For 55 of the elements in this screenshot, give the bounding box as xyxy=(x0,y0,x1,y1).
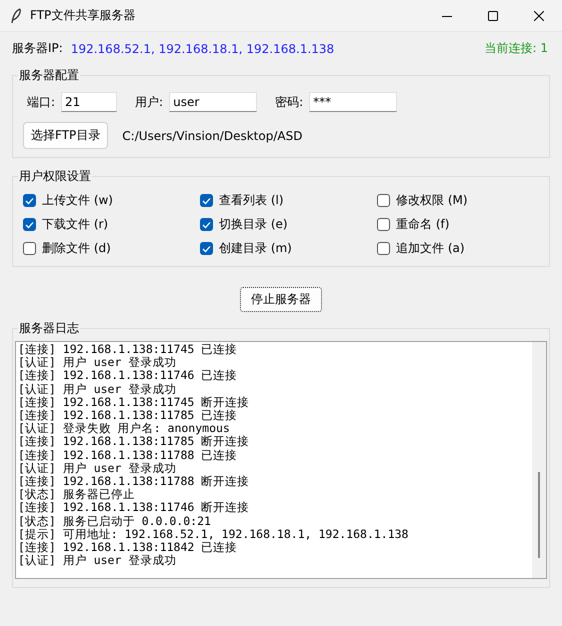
log-line: [连接] 192.168.1.138:11788 已连接 xyxy=(18,448,238,462)
checkbox[interactable] xyxy=(377,194,390,207)
log-line: [认证] 用户 user 登录成功 xyxy=(18,382,178,396)
log-line: [连接] 192.168.1.138:11788 断开连接 xyxy=(18,475,250,488)
group-title: 服务器配置 xyxy=(19,68,79,82)
log-line: [连接] 192.168.1.138:11745 断开连接 xyxy=(18,396,250,410)
field-label: 用户: xyxy=(135,94,164,110)
log-line: [提示] 可用地址: 192.168.52.1, 192.168.18.1, 192.168.1.138 xyxy=(18,528,410,542)
group-title: 服务器日志 xyxy=(19,321,79,335)
window-title: FTP文件共享服务器 xyxy=(30,7,136,24)
checkbox[interactable] xyxy=(377,242,390,255)
checkbox[interactable] xyxy=(200,218,213,231)
field-label: 端口: xyxy=(27,94,56,110)
scrollbar[interactable] xyxy=(532,342,546,578)
log-line: [认证] 用户 user 登录成功 xyxy=(18,554,178,568)
field-label: 密码: xyxy=(275,94,304,110)
log-line: [状态] 服务已启动于 0.0.0.0:21 xyxy=(18,514,212,528)
close-icon xyxy=(534,10,544,20)
checkbox-label: 修改权限 (M) xyxy=(396,192,468,209)
ip-label: 服务器IP: xyxy=(12,40,63,57)
checkbox[interactable] xyxy=(23,194,36,207)
log-line: [连接] 192.168.1.138:11746 断开连接 xyxy=(18,501,250,515)
stop-server-button[interactable]: 停止服务器 xyxy=(240,287,322,312)
checkbox-label: 上传文件 (w) xyxy=(42,192,113,209)
checkbox-label: 重命名 (f) xyxy=(396,216,450,233)
directory-path: C:/Users/Vinsion/Desktop/ASD xyxy=(122,128,302,142)
log-line: [认证] 登录失败 用户名: anonymous xyxy=(18,422,231,436)
select-directory-button[interactable]: 选择FTP目录 xyxy=(23,122,108,149)
checkbox-label: 查看列表 (l) xyxy=(219,192,284,209)
log-line: [连接] 192.168.1.138:11785 已连接 xyxy=(18,409,238,422)
input-field[interactable]: 21 xyxy=(61,92,118,112)
log-line: [连接] 192.168.1.138:11746 已连接 xyxy=(18,369,238,383)
checkbox-label: 删除文件 (d) xyxy=(42,240,111,257)
checkbox-label: 切换目录 (e) xyxy=(219,216,288,233)
group-title: 用户权限设置 xyxy=(19,169,91,183)
connection-count: 当前连接: 1 xyxy=(484,40,548,57)
input-field[interactable]: user xyxy=(169,92,258,112)
input-field[interactable]: *** xyxy=(309,92,398,112)
feather-icon xyxy=(10,8,22,24)
checkbox[interactable] xyxy=(23,218,36,231)
maximize-icon xyxy=(488,10,498,20)
checkbox-label: 追加文件 (a) xyxy=(396,240,465,257)
ip-addresses: 192.168.52.1, 192.168.18.1, 192.168.1.138 xyxy=(70,42,336,56)
checkbox-label: 下载文件 (r) xyxy=(42,216,108,233)
log-line: [认证] 用户 user 登录成功 xyxy=(18,462,178,476)
checkbox[interactable] xyxy=(23,242,36,255)
checkbox[interactable] xyxy=(200,194,213,207)
log-line: [连接] 192.168.1.138:11785 断开连接 xyxy=(18,435,250,449)
checkbox-label: 创建目录 (m) xyxy=(219,240,292,257)
checkbox[interactable] xyxy=(200,242,213,255)
log-line: [认证] 用户 user 登录成功 xyxy=(18,356,178,370)
log-line: [连接] 192.168.1.138:11745 已连接 xyxy=(18,343,238,356)
checkbox[interactable] xyxy=(377,218,390,231)
log-line: [连接] 192.168.1.138:11842 已连接 xyxy=(18,541,238,554)
log-line: [状态] 服务器已停止 xyxy=(18,488,136,502)
